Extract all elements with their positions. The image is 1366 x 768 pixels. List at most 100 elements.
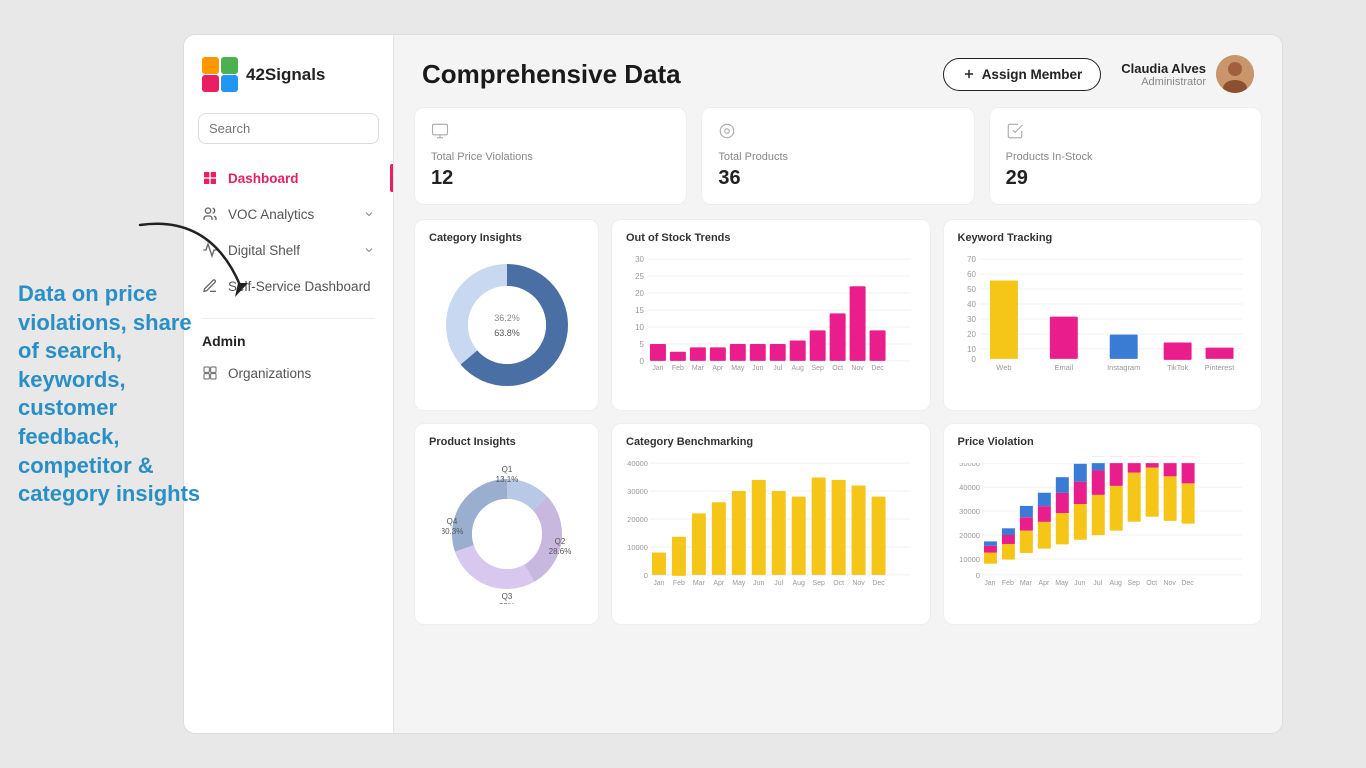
svg-text:May: May: [731, 365, 745, 372]
svg-text:Sep: Sep: [811, 365, 824, 372]
svg-text:Jul: Jul: [1093, 580, 1102, 587]
avatar-image: [1216, 55, 1254, 93]
out-of-stock-chart: 30 25 20 15 10 5 0: [626, 252, 916, 372]
stat-card-total-products: Total Products 36: [701, 107, 974, 205]
svg-text:Mar: Mar: [693, 580, 706, 587]
svg-text:May: May: [1055, 580, 1069, 587]
svg-text:30.3%: 30.3%: [442, 527, 463, 536]
svg-text:70: 70: [967, 255, 976, 264]
svg-text:20: 20: [967, 330, 976, 339]
svg-text:Jun: Jun: [1074, 580, 1085, 587]
search-input[interactable]: [209, 121, 385, 136]
svg-text:0: 0: [644, 571, 648, 580]
assign-btn-label: Assign Member: [982, 67, 1083, 82]
keyword-tracking-chart: 70 60 50 40 30 20 10 0: [958, 252, 1248, 372]
price-violations-icon: [431, 122, 670, 145]
svg-text:15: 15: [635, 306, 644, 315]
svg-text:50: 50: [967, 285, 976, 294]
logo-icon: [202, 57, 238, 93]
svg-text:Oct: Oct: [1146, 580, 1157, 587]
svg-text:Feb: Feb: [672, 365, 684, 372]
svg-text:Instagram: Instagram: [1107, 363, 1140, 372]
svg-text:30000: 30000: [627, 487, 648, 496]
product-insights-chart: Q1 13.1% Q2 28.6% Q3 28% Q4 30.3%: [429, 456, 584, 612]
category-insights-title: Category Insights: [429, 232, 584, 244]
assign-member-button[interactable]: Assign Member: [943, 58, 1102, 91]
svg-text:10: 10: [967, 345, 976, 354]
svg-text:Email: Email: [1054, 363, 1073, 372]
sidebar-item-organizations[interactable]: Organizations: [184, 355, 393, 391]
stats-row: Total Price Violations 12 Total Products…: [414, 107, 1262, 205]
dashboard-label: Dashboard: [228, 171, 375, 186]
svg-text:Jul: Jul: [773, 365, 782, 372]
svg-text:Jan: Jan: [653, 580, 664, 587]
svg-text:Aug: Aug: [792, 365, 805, 372]
sidebar-item-dashboard[interactable]: Dashboard: [184, 160, 393, 196]
svg-text:Dec: Dec: [1181, 580, 1194, 587]
main-content: Comprehensive Data Assign Member Claudia…: [394, 35, 1282, 733]
svg-text:Mar: Mar: [1019, 580, 1032, 587]
category-benchmarking-title: Category Benchmarking: [626, 436, 916, 448]
total-products-icon: [718, 122, 957, 145]
category-benchmarking-card: Category Benchmarking 40000 30000 20000 …: [611, 423, 931, 625]
main-container: 42Signals Dashboard: [183, 34, 1283, 734]
avatar: [1216, 55, 1254, 93]
sidebar-logo: 42Signals: [184, 35, 393, 109]
svg-text:Oct: Oct: [832, 365, 843, 372]
keyword-tracking-title: Keyword Tracking: [958, 232, 1248, 244]
price-violation-card: Price Violation 50000 40000 30000 20000 …: [943, 423, 1263, 625]
svg-text:Sep: Sep: [812, 580, 825, 587]
user-info: Claudia Alves Administrator: [1121, 55, 1254, 93]
svg-text:Q4: Q4: [446, 517, 457, 526]
svg-text:Q1: Q1: [501, 465, 512, 474]
keyword-tracking-card: Keyword Tracking 70 60 50 40 30 20 10 0: [943, 219, 1263, 411]
price-violations-label: Total Price Violations: [431, 151, 670, 163]
svg-text:Nov: Nov: [851, 365, 864, 372]
svg-text:Jun: Jun: [753, 580, 764, 587]
app-name: 42Signals: [246, 65, 325, 85]
price-violation-title: Price Violation: [958, 436, 1248, 448]
svg-text:Jun: Jun: [752, 365, 763, 372]
nav-divider: [202, 318, 375, 319]
in-stock-label: Products In-Stock: [1006, 151, 1245, 163]
svg-text:Aug: Aug: [792, 580, 805, 587]
product-insights-card: Product Insights: [414, 423, 599, 625]
in-stock-value: 29: [1006, 167, 1245, 190]
svg-text:TikTok: TikTok: [1166, 363, 1188, 372]
svg-text:Pinterest: Pinterest: [1204, 363, 1234, 372]
svg-text:Aug: Aug: [1109, 580, 1122, 587]
organizations-label: Organizations: [228, 366, 375, 381]
svg-text:Feb: Feb: [673, 580, 685, 587]
svg-text:Dec: Dec: [871, 365, 884, 372]
dashboard-body: Total Price Violations 12 Total Products…: [394, 107, 1282, 733]
stat-card-in-stock: Products In-Stock 29: [989, 107, 1262, 205]
svg-text:5: 5: [640, 340, 645, 349]
voc-chevron-icon: [363, 208, 375, 220]
svg-text:Apr: Apr: [1038, 580, 1050, 587]
svg-text:0: 0: [640, 357, 645, 366]
user-role: Administrator: [1121, 76, 1206, 88]
svg-text:60: 60: [967, 270, 976, 279]
category-insights-card: Category Insights 36.2% 63.8%: [414, 219, 599, 411]
in-stock-icon: [1006, 122, 1245, 145]
svg-text:36.2%: 36.2%: [494, 313, 520, 323]
svg-text:Jan: Jan: [984, 580, 995, 587]
svg-text:Sep: Sep: [1127, 580, 1140, 587]
svg-text:0: 0: [975, 571, 979, 580]
content-header: Comprehensive Data Assign Member Claudia…: [394, 35, 1282, 107]
price-violation-chart: 50000 40000 30000 20000 10000 0: [958, 456, 1248, 596]
total-products-label: Total Products: [718, 151, 957, 163]
svg-text:40: 40: [967, 300, 976, 309]
user-details: Claudia Alves Administrator: [1121, 61, 1206, 88]
admin-label: Admin: [184, 325, 393, 355]
out-of-stock-title: Out of Stock Trends: [626, 232, 916, 244]
svg-text:40000: 40000: [627, 459, 648, 468]
svg-text:10000: 10000: [959, 555, 980, 564]
svg-text:63.8%: 63.8%: [494, 328, 520, 338]
svg-text:13.1%: 13.1%: [495, 475, 518, 484]
search-box[interactable]: [198, 113, 379, 144]
svg-text:28%: 28%: [498, 602, 514, 604]
svg-text:Web: Web: [996, 363, 1011, 372]
svg-text:Dec: Dec: [872, 580, 885, 587]
svg-text:Nov: Nov: [852, 580, 865, 587]
